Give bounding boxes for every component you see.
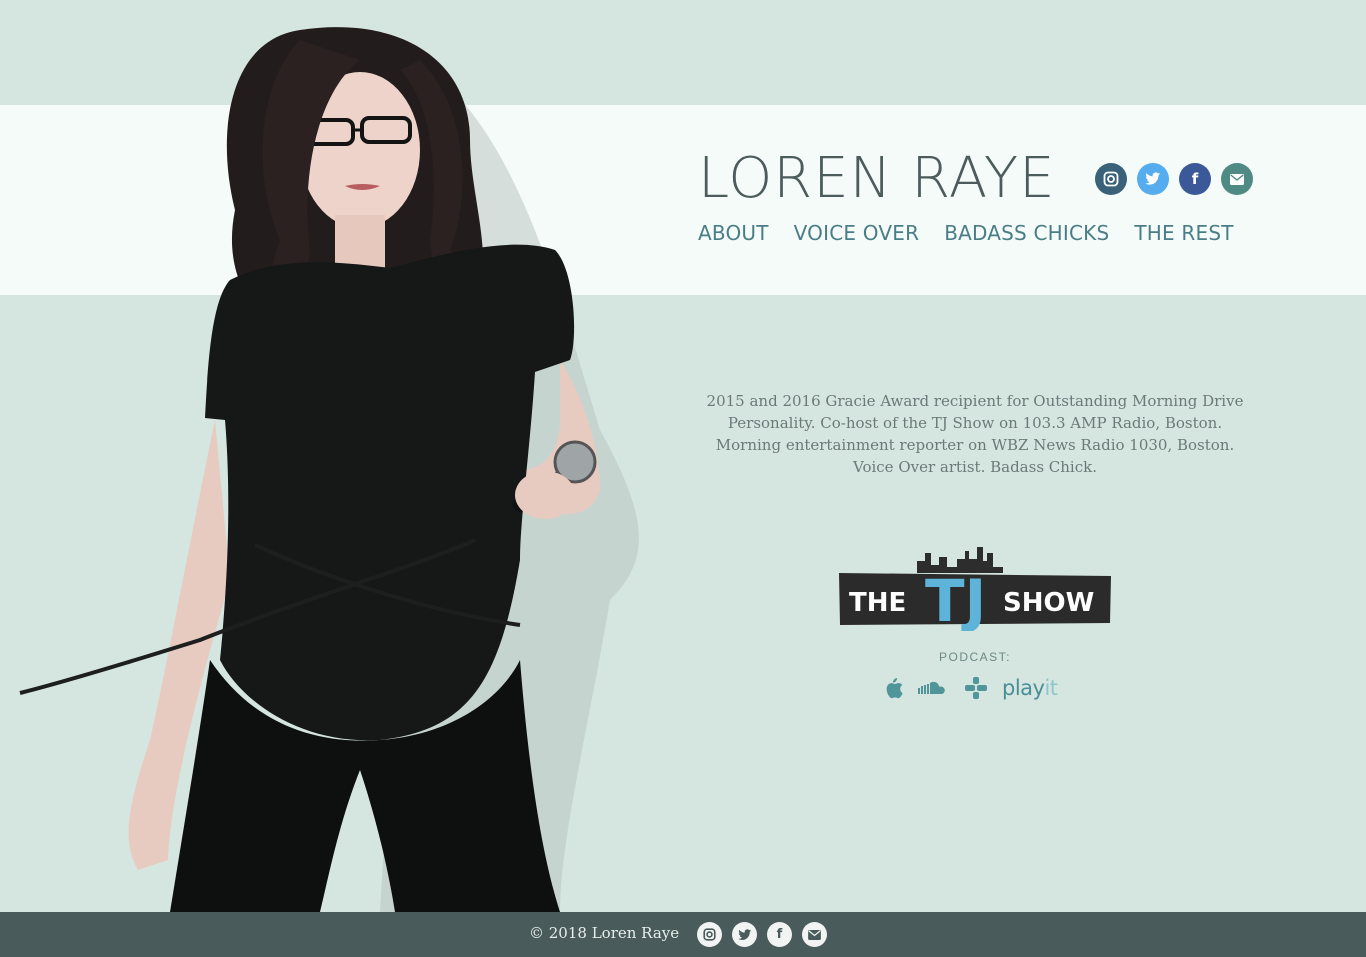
playit-label-accent: it	[1044, 676, 1058, 700]
bio-text: 2015 and 2016 Gracie Award recipient for…	[706, 392, 1244, 476]
playit-link[interactable]: play it	[1002, 676, 1058, 700]
tj-logo-the: THE	[849, 588, 906, 618]
twitter-icon[interactable]	[732, 922, 757, 947]
footer-social-links: f	[697, 922, 827, 947]
nav-item-voice-over[interactable]: VOICE OVER	[794, 221, 920, 245]
site-title[interactable]: LOREN RAYE	[698, 143, 1055, 215]
playit-label-main: play	[1002, 676, 1045, 700]
podcast-label: PODCAST:	[938, 650, 1011, 664]
instagram-icon[interactable]	[1095, 163, 1127, 195]
tj-logo-tj: TJ	[925, 567, 986, 631]
footer: © 2018 Loren Raye f	[0, 912, 1366, 957]
tj-show-logo[interactable]: THE TJ SHOW	[837, 543, 1113, 631]
email-icon[interactable]	[1221, 163, 1253, 195]
tj-logo-show: SHOW	[1003, 588, 1094, 618]
instagram-icon[interactable]	[697, 922, 722, 947]
copyright-text: © 2018 Loren Raye	[529, 924, 680, 942]
twitter-icon[interactable]	[1137, 163, 1169, 195]
tunein-icon[interactable]	[964, 676, 988, 700]
portrait-photo	[19, 27, 639, 912]
nav-item-about[interactable]: ABOUT	[698, 221, 769, 245]
facebook-icon[interactable]: f	[1179, 163, 1211, 195]
apple-podcasts-icon[interactable]	[882, 676, 904, 700]
podcast-links: play it	[882, 676, 1058, 700]
header-social-links: f	[1095, 163, 1253, 195]
nav-item-the-rest[interactable]: THE REST	[1134, 221, 1233, 245]
main-nav: ABOUT VOICE OVER BADASS CHICKS THE REST	[698, 221, 1234, 245]
facebook-icon[interactable]: f	[767, 922, 792, 947]
nav-item-badass-chicks[interactable]: BADASS CHICKS	[944, 221, 1109, 245]
soundcloud-icon[interactable]	[918, 680, 950, 696]
email-icon[interactable]	[802, 922, 827, 947]
